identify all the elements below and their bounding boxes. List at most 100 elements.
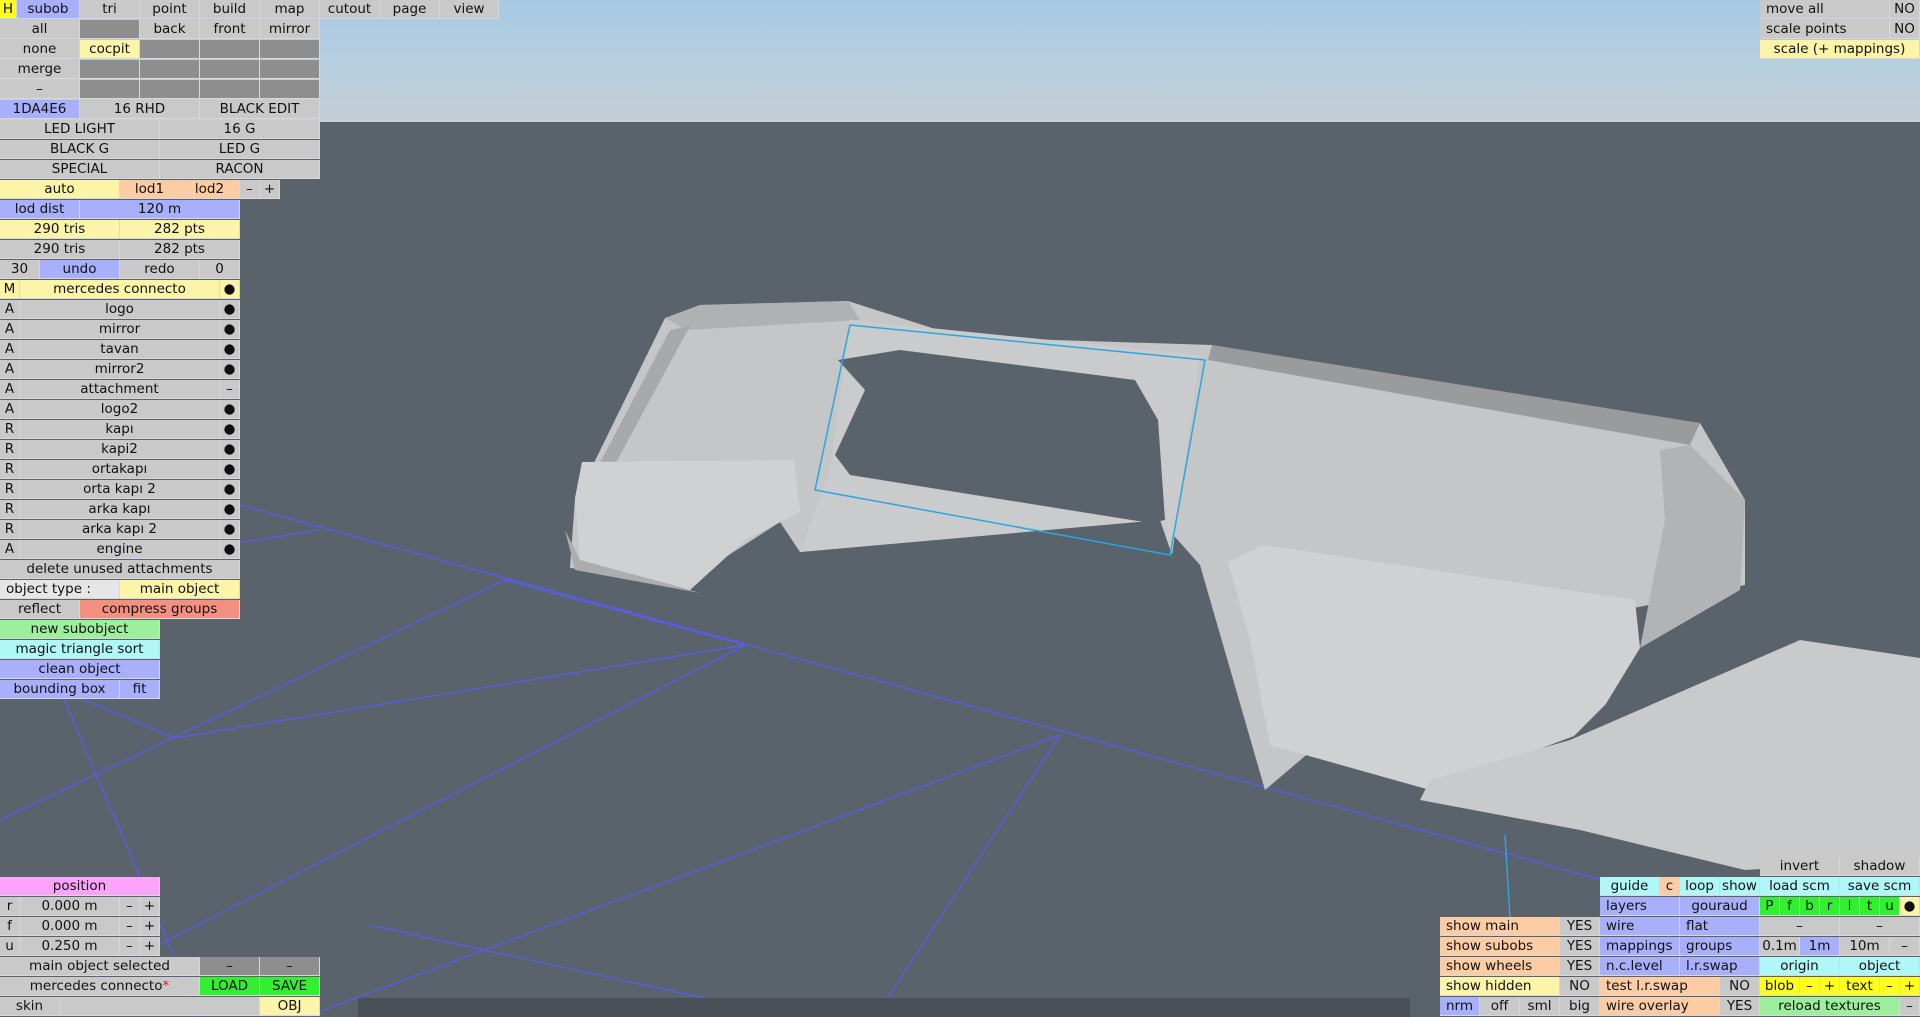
layer-t-button[interactable]: t (1860, 897, 1880, 916)
grid-minus-button[interactable]: – (1890, 937, 1920, 956)
material-special[interactable]: SPECIAL (0, 160, 160, 179)
guide-button[interactable]: guide (1600, 877, 1660, 896)
nc-level-button[interactable]: n.c.level (1600, 957, 1680, 976)
menu-cutout[interactable]: cutout (320, 0, 380, 19)
object-list-item[interactable]: kapi2 (20, 440, 220, 459)
guide-c-button[interactable]: c (1660, 877, 1680, 896)
object-visibility-toggle[interactable]: ● (220, 420, 240, 439)
object-list-item[interactable]: attachment (20, 380, 220, 399)
show-subobs-value[interactable]: YES (1560, 937, 1600, 956)
skin-field[interactable] (60, 997, 260, 1016)
save-button[interactable]: SAVE (260, 977, 320, 996)
object-visibility-toggle[interactable]: ● (220, 400, 240, 419)
view-mirror-button[interactable]: mirror (260, 20, 320, 39)
object-visibility-toggle[interactable]: ● (220, 320, 240, 339)
lr-swap-button[interactable]: l.r.swap (1680, 957, 1760, 976)
test-lr-swap-button[interactable]: test l.r.swap (1600, 977, 1720, 996)
h-button[interactable]: H (0, 0, 17, 19)
position-u-plus[interactable]: + (140, 937, 160, 956)
lod-dist-value[interactable]: 120 m (80, 200, 240, 219)
view-cocpit-button[interactable]: cocpit (80, 40, 140, 59)
scale-mappings-button[interactable]: scale (+ mappings) (1760, 40, 1920, 59)
grid-10m-button[interactable]: 10m (1840, 937, 1890, 956)
object-list-item[interactable]: mirror2 (20, 360, 220, 379)
wire-overlay-button[interactable]: wire overlay (1600, 997, 1720, 1016)
wire-overlay-value[interactable]: YES (1720, 997, 1760, 1016)
menu-map[interactable]: map (260, 0, 320, 19)
view-empty-slot[interactable] (140, 40, 200, 59)
material-led-g[interactable]: LED G (160, 140, 320, 159)
layer-f-button[interactable]: f (1780, 897, 1800, 916)
layer-r-button[interactable]: r (1820, 897, 1840, 916)
object-list-item[interactable]: logo (20, 300, 220, 319)
view-empty-slot[interactable] (80, 80, 140, 99)
material-racon[interactable]: RACON (160, 160, 320, 179)
blob-plus-button[interactable]: + (1820, 977, 1840, 996)
view-empty-slot[interactable] (260, 40, 320, 59)
origin-button[interactable]: origin (1760, 957, 1840, 976)
layer-l-button[interactable]: l (1840, 897, 1860, 916)
position-u-minus[interactable]: – (120, 937, 140, 956)
menu-view[interactable]: view (440, 0, 499, 19)
lod-minus-button[interactable]: – (240, 180, 260, 199)
view-back-button[interactable]: back (140, 20, 200, 39)
view-empty-slot[interactable] (200, 80, 260, 99)
material-16-rhd[interactable]: 16 RHD (80, 100, 200, 119)
undo-button[interactable]: undo (40, 260, 120, 279)
object-list-item[interactable]: orta kapı 2 (20, 480, 220, 499)
view-front-button[interactable]: front (200, 20, 260, 39)
object-list-item[interactable]: arka kapı 2 (20, 520, 220, 539)
delete-unused-attachments-button[interactable]: delete unused attachments (0, 560, 240, 579)
view-dash-button[interactable]: – (0, 80, 80, 99)
invert-button[interactable]: invert (1760, 857, 1840, 876)
object-visibility-toggle[interactable]: ● (220, 540, 240, 559)
show-hidden-label[interactable]: show hidden (1440, 977, 1560, 996)
menu-tri[interactable]: tri (80, 0, 140, 19)
load-scm-button[interactable]: load scm (1760, 877, 1840, 896)
position-f-value[interactable]: 0.000 m (20, 917, 120, 936)
blob-minus-button[interactable]: – (1800, 977, 1820, 996)
view-empty-slot[interactable] (140, 80, 200, 99)
reload-dash-button[interactable]: – (1900, 997, 1920, 1016)
test-lr-swap-value[interactable]: NO (1720, 977, 1760, 996)
view-none-button[interactable]: none (0, 40, 80, 59)
object-list-item[interactable]: mirror (20, 320, 220, 339)
layer-dot-button[interactable]: ● (1900, 897, 1920, 916)
position-r-minus[interactable]: – (120, 897, 140, 916)
shadow-button[interactable]: shadow (1840, 857, 1920, 876)
file-name[interactable]: mercedes connecto* (0, 977, 200, 996)
show-wheels-value[interactable]: YES (1560, 957, 1600, 976)
wire-dash-2[interactable]: – (1840, 917, 1920, 936)
object-visibility-toggle[interactable]: – (220, 380, 240, 399)
view-empty-slot[interactable] (80, 60, 140, 79)
object-list-item[interactable]: ortakapı (20, 460, 220, 479)
wire-button[interactable]: wire (1600, 917, 1680, 936)
obj-button[interactable]: OBJ (260, 997, 320, 1016)
material-black-g[interactable]: BLACK G (0, 140, 160, 159)
show-main-label[interactable]: show main (1440, 917, 1560, 936)
blob-button[interactable]: blob (1760, 977, 1800, 996)
menu-subob[interactable]: subob (17, 0, 80, 19)
layer-b-button[interactable]: b (1800, 897, 1820, 916)
clean-object-button[interactable]: clean object (0, 660, 160, 679)
flat-button[interactable]: flat (1680, 917, 1760, 936)
show-main-value[interactable]: YES (1560, 917, 1600, 936)
scale-points-label[interactable]: scale points (1760, 20, 1890, 39)
size-nrm-button[interactable]: nrm (1440, 997, 1480, 1016)
material-16-g[interactable]: 16 G (160, 120, 320, 139)
size-big-button[interactable]: big (1560, 997, 1600, 1016)
move-all-value[interactable]: NO (1890, 0, 1920, 19)
object-visibility-toggle[interactable]: ● (220, 300, 240, 319)
position-f-plus[interactable]: + (140, 917, 160, 936)
wire-dash-1[interactable]: – (1760, 917, 1840, 936)
object-list-item[interactable]: arka kapı (20, 500, 220, 519)
view-empty-slot[interactable] (200, 60, 260, 79)
gouraud-button[interactable]: gouraud (1680, 897, 1760, 916)
view-empty-slot[interactable] (200, 40, 260, 59)
move-all-label[interactable]: move all (1760, 0, 1890, 19)
text-button[interactable]: text (1840, 977, 1880, 996)
lod-plus-button[interactable]: + (260, 180, 280, 199)
object-visibility-toggle[interactable]: ● (220, 280, 240, 299)
load-button[interactable]: LOAD (200, 977, 260, 996)
object-visibility-toggle[interactable]: ● (220, 360, 240, 379)
